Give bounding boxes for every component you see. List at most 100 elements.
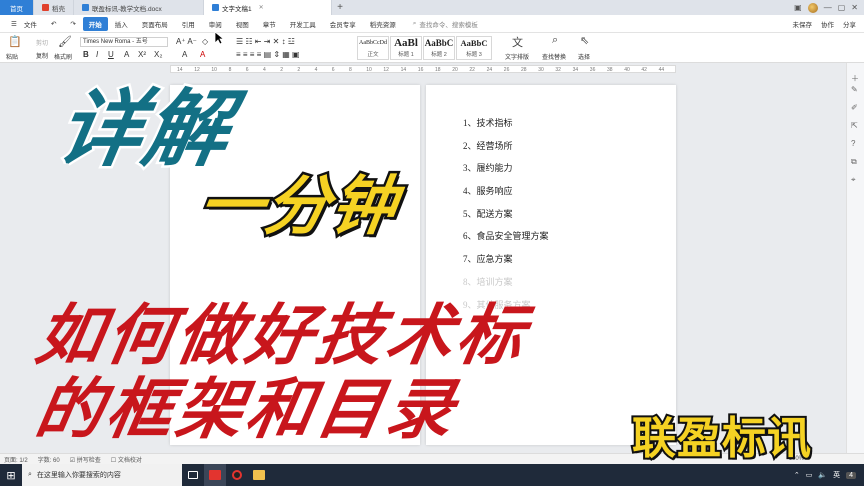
style-heading3[interactable]: AaBbC 标题 3 xyxy=(456,36,492,60)
style-heading2[interactable]: AaBbC 标题 2 xyxy=(423,36,455,60)
style-heading1[interactable]: AaBl 标题 1 xyxy=(390,36,422,60)
document-proof-button[interactable]: ☐ 文档校对 xyxy=(111,455,142,464)
menu-developer[interactable]: 开发工具 xyxy=(283,19,323,29)
format-painter-button[interactable]: 格式刷 xyxy=(54,52,72,61)
toc-item[interactable]: 4、服务响应 xyxy=(463,184,549,207)
windows-start-icon[interactable]: ⊞ xyxy=(0,464,22,486)
edit-icon[interactable]: ✎ xyxy=(851,85,858,94)
tab-home[interactable]: 首页 xyxy=(0,0,34,15)
network-icon[interactable]: ▭ xyxy=(806,471,813,479)
format-painter-icon[interactable]: 🖌 xyxy=(58,35,72,48)
close-tab-icon[interactable]: ✕ xyxy=(259,4,264,11)
font-name-select[interactable]: Times New Roma - 五号 xyxy=(80,37,168,47)
word-count[interactable]: 字数: 60 xyxy=(38,455,60,464)
window-layout-icon[interactable]: ▣ xyxy=(794,3,802,12)
text-layout-icon[interactable]: 文 xyxy=(512,34,523,50)
underline-button[interactable]: U xyxy=(108,50,114,59)
mouse-cursor-icon xyxy=(214,31,224,45)
menu-page-layout[interactable]: 页面布局 xyxy=(135,19,175,29)
pen-icon[interactable]: ✐ xyxy=(851,103,858,112)
horizontal-ruler[interactable]: 14 12 10 8 6 4 2 2 4 6 8 10 12 14 16 18 20 22 24 26 28 30 32 34… xyxy=(170,65,676,73)
grow-font-icon[interactable]: A⁺ A⁻ xyxy=(176,37,197,46)
bold-button[interactable]: B xyxy=(83,50,89,59)
italic-button[interactable]: I xyxy=(96,50,98,59)
redo-icon[interactable]: ↷ xyxy=(63,20,82,28)
cut-button[interactable]: 剪切 xyxy=(36,38,48,47)
media-app-icon[interactable] xyxy=(226,464,248,486)
copy-panel-icon[interactable]: ⧉ xyxy=(851,157,857,167)
menu-member[interactable]: 会员专享 xyxy=(323,19,363,29)
toc-item[interactable]: 1、技术指标 xyxy=(463,116,549,139)
menu-daoke-resources[interactable]: 稻壳资源 xyxy=(363,19,403,29)
volume-icon[interactable]: 🔈 xyxy=(818,471,827,479)
task-view-icon[interactable] xyxy=(182,464,204,486)
tab-teaching-doc-label: 联盈标讯-教学文档.docx xyxy=(92,5,162,13)
ruler-tick-label: 18 xyxy=(435,67,441,73)
find-replace-button[interactable]: 查找替换 xyxy=(542,52,566,61)
command-search-placeholder: 查找命令、搜索模板 xyxy=(419,21,478,29)
ruler-tick-label: 32 xyxy=(555,67,561,73)
file-explorer-icon[interactable] xyxy=(248,464,270,486)
unsaved-status[interactable]: 未保存 xyxy=(793,19,813,29)
new-tab-button[interactable]: + xyxy=(332,0,348,15)
align-buttons-icon[interactable]: ≡ ≡ ≡ ≡ ▤ ⇕ ▦ ▣ xyxy=(236,50,300,59)
menu-review[interactable]: 审阅 xyxy=(202,19,229,29)
close-window-icon[interactable]: ✕ xyxy=(851,3,858,12)
menu-view[interactable]: 视图 xyxy=(229,19,256,29)
help-icon[interactable]: ? xyxy=(851,139,855,148)
system-tray: ⌃ ▭ 🔈 英 4 xyxy=(794,470,864,480)
text-layout-button[interactable]: 文字排版 xyxy=(505,52,529,61)
clear-format-icon[interactable]: ◇ xyxy=(202,37,208,46)
wps-app-icon[interactable] xyxy=(204,464,226,486)
font-color-icon[interactable]: A xyxy=(124,50,129,59)
menu-insert[interactable]: 插入 xyxy=(108,19,135,29)
tab-document1[interactable]: 文字文稿1 ✕ xyxy=(204,0,332,15)
select-button[interactable]: 选择 xyxy=(578,52,590,61)
tab-daoke[interactable]: 稻壳 xyxy=(34,0,74,15)
ruler-tick-label: 26 xyxy=(503,67,510,73)
tray-arrow-icon[interactable]: ⌃ xyxy=(794,471,800,479)
notification-badge[interactable]: 4 xyxy=(846,471,856,479)
hamburger-menu-icon[interactable]: ☰ xyxy=(4,20,24,28)
toc-item[interactable]: 3、履约能力 xyxy=(463,161,549,184)
daoke-icon xyxy=(42,4,49,11)
spell-check-toggle[interactable]: ☑ 拼写检查 xyxy=(70,455,101,464)
minimize-icon[interactable]: — xyxy=(824,3,832,12)
taskbar-search[interactable]: ⌕ 在这里输入你要搜索的内容 xyxy=(22,464,182,486)
command-search[interactable]: ⌕ 查找命令、搜索模板 xyxy=(413,19,478,29)
menu-section[interactable]: 章节 xyxy=(256,19,283,29)
select-cursor-icon[interactable]: ⇖ xyxy=(580,34,589,47)
paste-button[interactable]: 粘贴 xyxy=(6,52,18,61)
tab-teaching-doc[interactable]: 联盈标讯-教学文档.docx xyxy=(74,0,204,15)
select-icon[interactable]: ⇱ xyxy=(851,121,858,130)
paste-icon[interactable]: 📋 xyxy=(8,35,22,48)
menu-file[interactable]: 文件 xyxy=(24,19,44,29)
highlight-icon[interactable]: A xyxy=(182,50,187,59)
toc-item[interactable]: 6、食品安全管理方案 xyxy=(463,229,549,252)
style-normal-label: 正文 xyxy=(367,52,379,58)
menu-start[interactable]: 开始 xyxy=(82,16,108,31)
expand-panel-icon[interactable]: ＋ xyxy=(851,73,859,84)
toc-item[interactable]: 7、应急方案 xyxy=(463,252,549,275)
ruler-tick-label: 20 xyxy=(452,67,458,73)
bullet-list-icon[interactable]: ☰ ☷ ⇤ ⇥ ✕ ↕ ☳ xyxy=(236,37,295,46)
text-color-icon[interactable]: A xyxy=(200,50,205,59)
toc-item[interactable]: 5、配送方案 xyxy=(463,207,549,230)
copy-button[interactable]: 复制 xyxy=(36,51,48,60)
style-normal-sample: AaBbCcDd xyxy=(359,40,387,46)
location-icon[interactable]: ⌖ xyxy=(851,175,856,185)
undo-icon[interactable]: ↶ xyxy=(44,20,63,28)
find-replace-icon[interactable]: ⌕ xyxy=(552,34,558,47)
strikethrough-icon[interactable]: X² xyxy=(138,50,146,59)
toc-item[interactable]: 2、经营场所 xyxy=(463,139,549,162)
search-icon: ⌕ xyxy=(28,471,32,478)
input-language[interactable]: 英 xyxy=(833,470,840,480)
collaborate-button[interactable]: 协作 xyxy=(821,19,834,29)
user-avatar[interactable] xyxy=(807,2,818,13)
style-normal[interactable]: AaBbCcDd 正文 xyxy=(357,36,389,60)
maximize-icon[interactable]: ▢ xyxy=(838,3,846,12)
ruler-tick-label: 16 xyxy=(417,67,424,73)
menu-references[interactable]: 引用 xyxy=(175,19,202,29)
share-button[interactable]: 分享 xyxy=(843,19,856,29)
subscript-icon[interactable]: X₂ xyxy=(154,50,162,59)
